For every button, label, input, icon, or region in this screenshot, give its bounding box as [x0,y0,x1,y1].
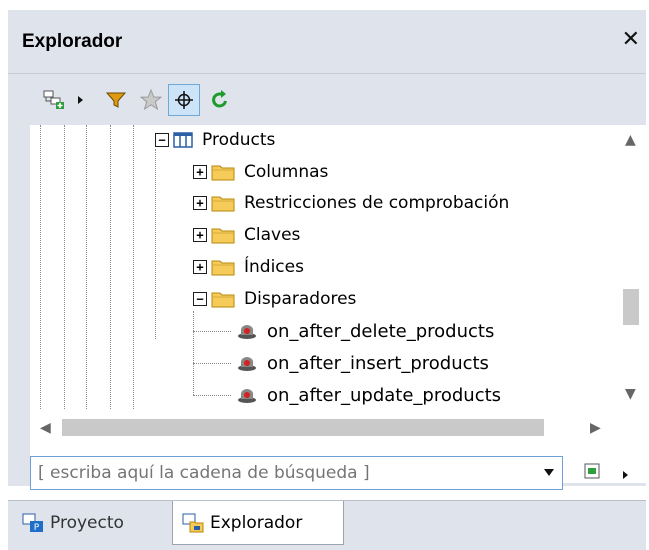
expand-toggle[interactable]: + [193,196,207,210]
favorites-star-icon [140,89,162,111]
search-input[interactable] [31,457,531,489]
folder-icon [211,228,235,244]
expand-toggle[interactable]: + [193,228,207,242]
tree-node-label: Claves [244,225,301,245]
collapse-toggle[interactable]: − [193,292,207,306]
table-icon [173,132,193,148]
tree-node-indices[interactable]: + Índices [193,251,304,283]
tree-node-label: on_after_delete_products [267,320,495,342]
tree-connector [193,394,231,396]
tree-guide-line [155,149,156,339]
filter-button[interactable] [100,84,132,116]
refresh-icon [212,90,227,108]
title-bar: Explorador ✕ [8,10,646,74]
tree-node-label: on_after_insert_products [267,352,489,374]
trigger-icon [238,325,256,339]
tree-node-label: Restricciones de comprobación [244,193,510,213]
toolbar [8,74,646,124]
dropdown-arrow-icon [78,96,83,104]
project-icon: P [22,513,43,533]
search-options-icon [584,463,600,479]
tree-node-trigger-delete[interactable]: on_after_delete_products [193,315,494,347]
horizontal-scrollbar[interactable]: ◀ ▶ [30,413,646,443]
tree-node-label: Índices [244,257,304,277]
folder-icon [211,292,235,308]
tab-proyecto[interactable]: P Proyecto [22,501,172,545]
folder-icon [211,260,235,276]
tree-node-products[interactable]: − Products [155,125,275,156]
object-tree: − Products + Columnas + Restricciones de… [30,125,646,483]
add-object-dropdown[interactable] [72,84,90,116]
sync-selection-icon [175,91,193,109]
filter-icon [106,92,126,108]
horizontal-scroll-thumb[interactable] [62,419,544,436]
search-options-button[interactable] [584,463,600,479]
trigger-icon [238,389,256,403]
dropdown-arrow-icon [623,471,628,479]
add-object-icon [43,90,64,109]
tree-guide-line [86,125,87,409]
tree-guide-line [110,125,111,409]
expand-toggle[interactable]: + [193,260,207,274]
tab-label: Explorador [210,512,303,533]
explorer-icon [182,513,204,532]
tab-explorador[interactable]: Explorador [172,501,344,545]
scroll-left-arrow-icon[interactable]: ◀ [40,421,51,435]
tree-node-trigger-insert[interactable]: on_after_insert_products [193,347,489,379]
refresh-button[interactable] [204,84,236,116]
tree-node-label: Columnas [244,162,329,182]
add-object-button[interactable] [38,84,70,116]
expand-toggle[interactable]: + [193,165,207,179]
tree-node-disparadores[interactable]: − Disparadores [193,283,356,315]
vertical-scrollbar[interactable]: ▲ ▼ [616,125,646,413]
close-icon[interactable]: ✕ [622,27,640,52]
bottom-tab-bar: P Proyecto Explorador [8,500,646,550]
tree-node-columnas[interactable]: + Columnas [193,156,328,188]
window-title: Explorador [22,31,123,52]
tree-node-restricciones[interactable]: + Restricciones de comprobación [193,187,509,219]
tree-connector [193,362,231,364]
search-options-dropdown[interactable] [622,465,630,484]
chevron-down-icon[interactable] [544,469,554,476]
sync-selection-button[interactable] [168,84,200,116]
tree-node-label: Products [202,130,276,150]
tree-node-trigger-update[interactable]: on_after_update_products [193,379,501,411]
tree-node-claves[interactable]: + Claves [193,219,300,251]
folder-icon [211,165,235,181]
explorer-panel: − Products + Columnas + Restricciones de… [8,74,646,486]
collapse-toggle[interactable]: − [155,133,169,147]
folder-icon [211,196,235,212]
trigger-icon [238,357,256,371]
scroll-right-arrow-icon[interactable]: ▶ [590,421,601,435]
tree-guide-line [40,125,41,409]
close-button[interactable]: ✕ [622,27,640,52]
tree-connector [193,330,231,332]
tree-guide-line [133,125,134,409]
scroll-down-arrow-icon[interactable]: ▼ [625,387,636,401]
svg-text:P: P [34,523,40,533]
tree-node-label: Disparadores [244,289,357,309]
explorer-window: Explorador ✕ − Products + Columnas + Res… [0,0,649,550]
vertical-scroll-thumb[interactable] [623,289,639,325]
tree-guide-line [64,125,65,409]
favorites-button[interactable] [135,84,167,116]
scroll-up-arrow-icon[interactable]: ▲ [625,133,636,147]
search-combobox[interactable] [30,456,563,490]
tree-node-label: on_after_update_products [267,384,502,406]
tab-label: Proyecto [50,513,124,533]
